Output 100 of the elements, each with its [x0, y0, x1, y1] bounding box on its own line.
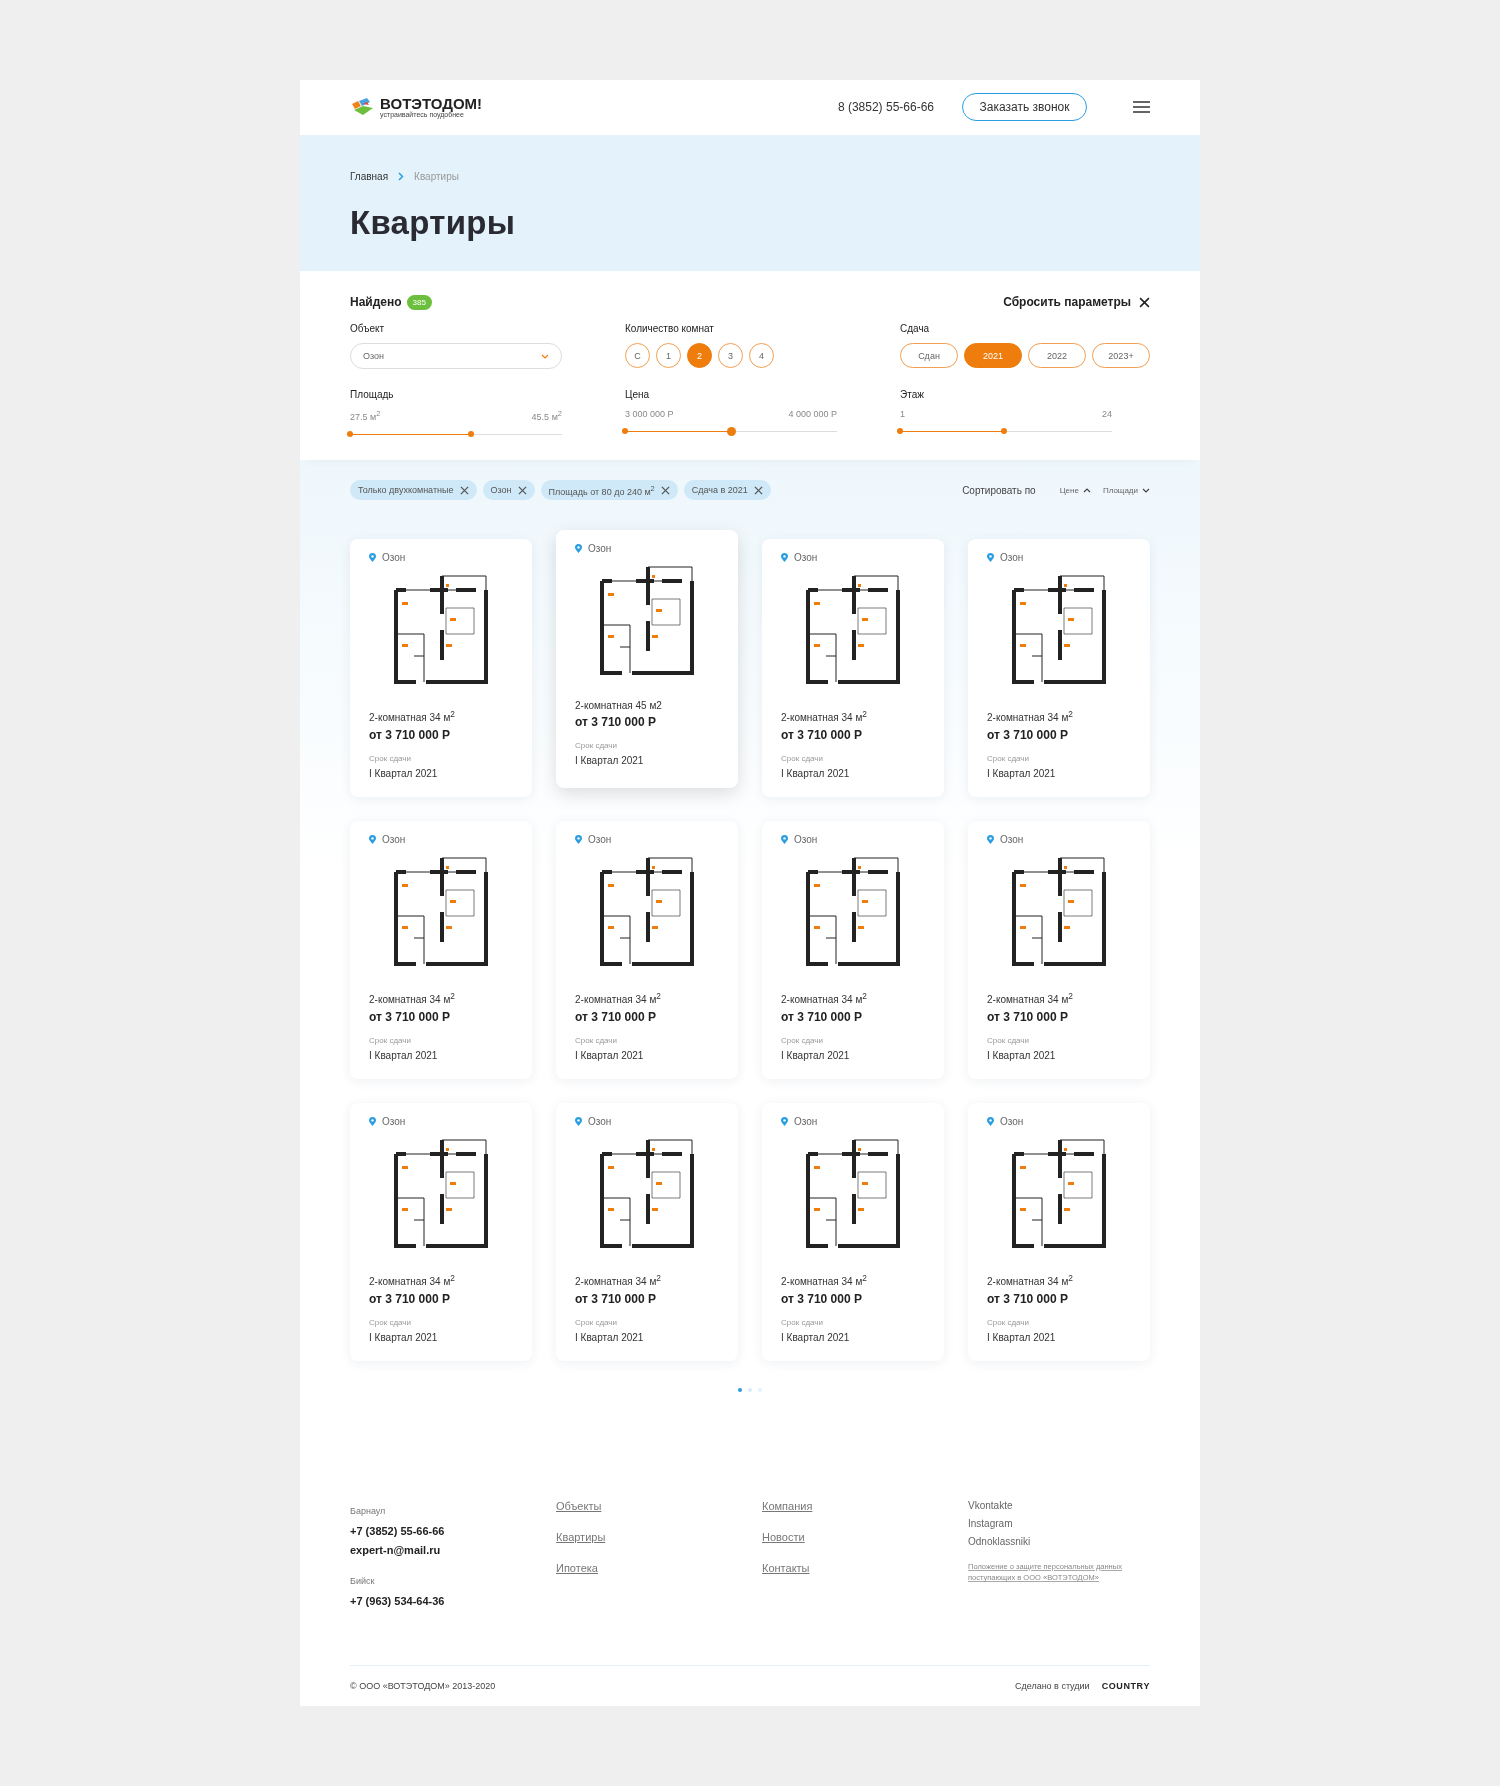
filter-tag[interactable]: Озон — [482, 480, 535, 501]
slider-handle[interactable] — [1000, 428, 1007, 435]
apartment-card[interactable]: Озон 2-комнатная 34 м$^{2}$ от 3 710 000 Р Срок сдачи I Квартал 2021 — [350, 539, 532, 798]
city-label: Барнаул — [350, 1506, 386, 1516]
close-icon[interactable] — [459, 485, 469, 495]
slider-handle[interactable] — [347, 431, 353, 438]
delivery-term-label: Срок сдачи — [987, 1317, 1030, 1327]
complex-name: Озон — [382, 552, 406, 564]
apartment-card[interactable]: Озон 2-комнатная 34 м$^{2}$ от 3 710 000 Р Срок сдачи I Квартал 2021 — [968, 1103, 1150, 1362]
social-link[interactable]: Vkontakte — [968, 1500, 1150, 1511]
filter-tag-label: Сдача в 2021 — [691, 485, 748, 496]
footer-link[interactable]: Объекты — [556, 1500, 762, 1512]
apartment-price: от 3 710 000 Р — [369, 1291, 451, 1306]
apartment-title: 2-комнатная 34 м$^{2}$ — [369, 709, 456, 724]
delivery-term-label: Срок сдачи — [575, 1317, 618, 1327]
room-count-option[interactable]: 4 — [749, 343, 774, 369]
found-label: Найдено — [350, 295, 402, 310]
location-pin-icon — [575, 835, 582, 845]
filter-tag[interactable]: Только двухкомнатные — [350, 480, 477, 501]
location-pin-icon — [987, 1117, 994, 1127]
delivery-term: I Квартал 2021 — [781, 1331, 851, 1343]
footer-link[interactable]: Квартиры — [556, 1531, 762, 1543]
slider-handle[interactable] — [467, 431, 474, 438]
apartment-title: 2-комнатная 34 м$^{2}$ — [987, 991, 1074, 1006]
room-count-option[interactable]: 3 — [718, 343, 743, 369]
sort-label: Сортировать по — [962, 484, 1036, 496]
studio-logo[interactable]: COUNTRY — [1101, 1681, 1150, 1691]
apartment-card[interactable]: Озон 2-комнатная 34 м$^{2}$ от 3 710 000 Р Срок сдачи I Квартал 2021 — [762, 1103, 944, 1362]
complex-name: Озон — [1000, 834, 1024, 846]
footer-link[interactable]: Компания — [762, 1500, 968, 1512]
apartment-price: от 3 710 000 Р — [369, 1009, 451, 1024]
footer-link[interactable]: Ипотека — [556, 1562, 762, 1574]
menu-icon[interactable] — [1133, 101, 1150, 114]
location-pin-icon — [781, 835, 788, 845]
sort-option[interactable]: Цене — [1059, 485, 1091, 495]
chevron-right-icon — [398, 171, 405, 181]
apartment-price: от 3 710 000 Р — [781, 1291, 863, 1306]
found-count-badge: 385 — [406, 294, 432, 310]
range-max-value: 24 — [1102, 409, 1112, 420]
complex-name: Озон — [382, 834, 406, 846]
complex-name: Озон — [588, 543, 612, 555]
range-min-value: 3 000 000 Р — [625, 409, 674, 420]
apartment-price: от 3 710 000 Р — [369, 727, 451, 742]
contact-text[interactable]: +7 (963) 534-64-36 — [350, 1595, 556, 1607]
apartment-card[interactable]: Озон 2-комнатная 45 м2 от 3 710 000 Р Срок сдачи I Квартал 2021 — [556, 530, 738, 789]
apartment-card[interactable]: Озон 2-комнатная 34 м$^{2}$ от 3 710 000 Р Срок сдачи I Квартал 2021 — [556, 821, 738, 1080]
copyright-text: © ООО «ВОТЭТОДОМ» 2013-2020 — [350, 1681, 496, 1691]
pagination-dot[interactable] — [748, 1388, 752, 1393]
social-link[interactable]: Instagram — [968, 1518, 1150, 1529]
sort-option[interactable]: Площади — [1102, 485, 1150, 495]
pagination-dot[interactable] — [738, 1388, 742, 1393]
filter-tag-label: Озон — [490, 485, 512, 496]
slider-handle[interactable] — [622, 428, 628, 435]
complex-name: Озон — [794, 834, 818, 846]
apartment-title: 2-комнатная 34 м$^{2}$ — [369, 1273, 456, 1288]
filter-label: Площадь — [350, 389, 395, 401]
apartment-card[interactable]: Озон 2-комнатная 34 м$^{2}$ от 3 710 000 Р Срок сдачи I Квартал 2021 — [968, 539, 1150, 798]
close-icon[interactable] — [660, 485, 670, 495]
delivery-term: I Квартал 2021 — [369, 767, 439, 779]
reset-filters-button[interactable]: Сбросить параметры — [1003, 295, 1150, 310]
range-max-value: 4 000 000 Р — [788, 409, 837, 420]
call-back-button[interactable]: Заказать звонок — [962, 93, 1087, 122]
apartment-title: 2-комнатная 34 м$^{2}$ — [575, 1273, 662, 1288]
filter-tag[interactable]: Сдача в 2021 — [683, 480, 771, 501]
apartment-price: от 3 710 000 Р — [987, 1291, 1069, 1306]
close-icon[interactable] — [517, 485, 527, 495]
breadcrumb-link[interactable]: Главная — [350, 170, 389, 182]
social-link[interactable]: Odnoklassniki — [968, 1536, 1150, 1547]
apartment-card[interactable]: Озон 2-комнатная 34 м$^{2}$ от 3 710 000 Р Срок сдачи I Квартал 2021 — [968, 821, 1150, 1080]
complex-name: Озон — [794, 1116, 818, 1128]
slider-handle[interactable] — [726, 426, 736, 436]
delivery-term-label: Срок сдачи — [369, 1035, 412, 1045]
apartment-price: от 3 710 000 Р — [987, 1009, 1069, 1024]
apartment-title: 2-комнатная 34 м$^{2}$ — [987, 1273, 1074, 1288]
slider-handle[interactable] — [897, 428, 903, 435]
object-select[interactable]: Озон — [350, 343, 562, 370]
footer-link[interactable]: Контакты — [762, 1562, 968, 1574]
delivery-option[interactable]: 2023+ — [1092, 343, 1150, 369]
filter-tag[interactable]: Площадь от 80 до 240 м$^{2}$ — [540, 480, 678, 501]
apartment-card[interactable]: Озон 2-комнатная 34 м$^{2}$ от 3 710 000 Р Срок сдачи I Квартал 2021 — [350, 1103, 532, 1362]
delivery-term: I Квартал 2021 — [781, 767, 851, 779]
apartment-card[interactable]: Озон 2-комнатная 34 м$^{2}$ от 3 710 000 Р Срок сдачи I Квартал 2021 — [762, 821, 944, 1080]
delivery-option[interactable]: 2022 — [1028, 343, 1086, 369]
location-pin-icon — [369, 1117, 376, 1127]
logo-text[interactable]: ВОТЭТОДОМ! — [380, 96, 483, 112]
contact-text[interactable]: expert-n@mail.ru — [350, 1544, 556, 1556]
apartment-title: 2-комнатная 34 м$^{2}$ — [781, 1273, 868, 1288]
delivery-option[interactable]: Сдан — [900, 343, 958, 369]
room-count-option[interactable]: С — [625, 343, 650, 369]
apartment-card[interactable]: Озон 2-комнатная 34 м$^{2}$ от 3 710 000 Р Срок сдачи I Квартал 2021 — [762, 539, 944, 798]
location-pin-icon — [781, 1117, 788, 1127]
apartment-card[interactable]: Озон 2-комнатная 34 м$^{2}$ от 3 710 000 Р Срок сдачи I Квартал 2021 — [350, 821, 532, 1080]
phone-number[interactable]: 8 (3852) 55-66-66 — [837, 100, 934, 115]
room-count-option[interactable]: 1 — [656, 343, 681, 369]
location-pin-icon — [781, 553, 788, 563]
close-icon[interactable] — [753, 485, 763, 495]
footer-link[interactable]: Новости — [762, 1531, 968, 1543]
contact-text[interactable]: +7 (3852) 55-66-66 — [350, 1525, 556, 1537]
apartment-card[interactable]: Озон 2-комнатная 34 м$^{2}$ от 3 710 000 Р Срок сдачи I Квартал 2021 — [556, 1103, 738, 1362]
filter-tag-label: Только двухкомнатные — [358, 485, 454, 496]
